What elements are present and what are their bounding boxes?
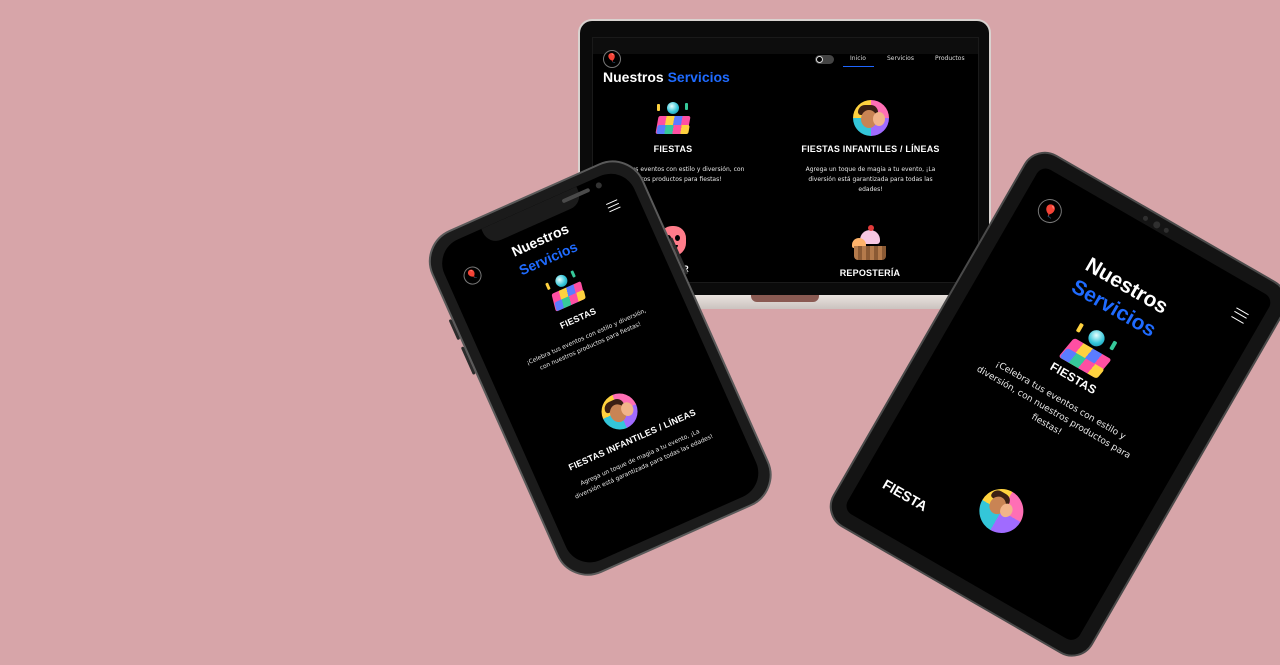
hamburger-menu-icon[interactable] xyxy=(606,199,621,213)
section-title: Nuestros Servicios xyxy=(603,69,730,85)
theme-toggle[interactable] xyxy=(815,55,834,64)
service-card-infantiles[interactable]: FIESTAS INFANTILES / LÍNEAS Agrega un to… xyxy=(793,100,948,195)
laptop-hinge-notch xyxy=(751,295,819,302)
cupcake-icon xyxy=(852,225,888,260)
tablet-sensor xyxy=(1142,214,1149,222)
service-description: Agrega un toque de magia a tu evento, ¡L… xyxy=(805,166,936,193)
service-title: REPOSTERÍA xyxy=(839,268,901,278)
nav-link-servicios[interactable]: Servicios xyxy=(887,55,914,62)
section-title-part2: Servicios xyxy=(667,69,730,85)
section-title-part1: Nuestros xyxy=(603,69,664,85)
tablet-camera xyxy=(1151,220,1162,230)
party-disco-icon xyxy=(655,100,691,136)
nav-link-inicio[interactable]: Inicio xyxy=(850,55,866,62)
service-title: FIESTAS INFANTILES / LÍNEAS xyxy=(801,144,940,154)
balloon-logo-icon[interactable]: 🎈 xyxy=(1033,194,1067,228)
phone-volume-button xyxy=(448,318,461,341)
balloon-logo-icon[interactable]: 🎈 xyxy=(603,50,621,68)
tablet-sensor xyxy=(1162,226,1170,234)
phone-volume-button xyxy=(460,346,476,375)
toggle-knob xyxy=(816,56,823,63)
hamburger-menu-icon[interactable] xyxy=(1231,307,1249,324)
phone-speaker xyxy=(561,187,591,204)
service-card-fiestas[interactable]: FIESTAS ¡Celebra tus eventos con estilo … xyxy=(485,241,666,384)
kids-party-icon xyxy=(595,387,644,436)
service-title: FIESTAS xyxy=(653,144,693,154)
party-disco-icon xyxy=(542,266,590,314)
phone-camera xyxy=(594,181,603,190)
kids-party-icon xyxy=(852,100,889,136)
nav-active-underline xyxy=(843,66,874,67)
balloon-logo-icon[interactable]: 🎈 xyxy=(460,263,485,288)
service-card-reposteria[interactable]: REPOSTERÍA xyxy=(820,225,920,278)
service-card-infantiles[interactable]: FIESTAS INFANTILES / LÍNEAS Agrega un to… xyxy=(535,360,724,506)
nav-link-productos[interactable]: Productos xyxy=(935,55,965,62)
top-nav-bar xyxy=(593,38,978,54)
kids-party-icon xyxy=(971,480,1032,542)
